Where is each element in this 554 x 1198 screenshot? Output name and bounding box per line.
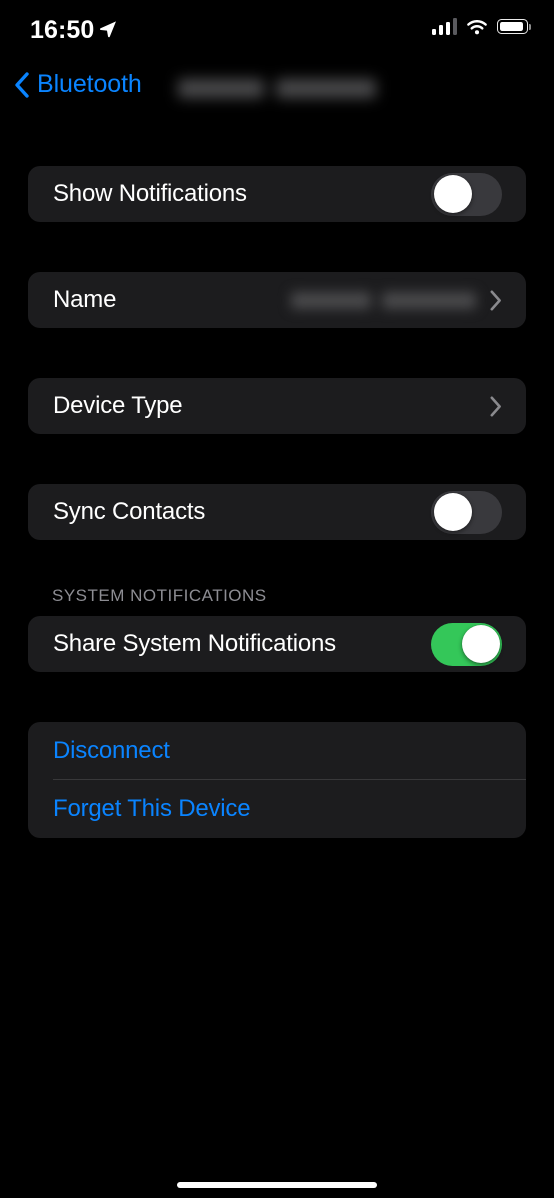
- row-label-device-type: Device Type: [53, 392, 183, 419]
- disconnect-button[interactable]: Disconnect: [28, 722, 526, 780]
- card-name: Name: [28, 272, 526, 328]
- location-arrow-icon: [99, 20, 117, 38]
- row-label-name: Name: [53, 286, 117, 313]
- status-bar-indicators: [431, 18, 532, 35]
- page-title-redacted: [178, 72, 376, 104]
- row-label-share-system-notifications: Share System Notifications: [53, 630, 336, 657]
- cellular-signal-icon: [431, 18, 457, 35]
- card-device-type: Device Type: [28, 378, 526, 434]
- card-show-notifications: Show Notifications: [28, 166, 526, 222]
- row-name[interactable]: Name: [28, 272, 526, 328]
- card-sync-contacts: Sync Contacts: [28, 484, 526, 540]
- row-device-type[interactable]: Device Type: [28, 378, 526, 434]
- chevron-right-icon: [490, 290, 502, 311]
- card-device-actions: Disconnect Forget This Device: [28, 722, 526, 838]
- wifi-icon: [466, 18, 488, 35]
- card-share-system-notifications: Share System Notifications: [28, 616, 526, 672]
- status-bar: 16:50: [0, 0, 554, 60]
- chevron-right-icon: [490, 396, 502, 417]
- row-sync-contacts[interactable]: Sync Contacts: [28, 484, 526, 540]
- row-value-name-redacted: [291, 291, 476, 309]
- back-button-label: Bluetooth: [37, 70, 142, 98]
- forget-this-device-button[interactable]: Forget This Device: [28, 780, 526, 838]
- toggle-knob: [433, 493, 472, 531]
- back-button-bluetooth[interactable]: Bluetooth: [14, 70, 142, 99]
- row-label-sync-contacts: Sync Contacts: [53, 498, 206, 525]
- toggle-share-system-notifications[interactable]: [431, 622, 502, 666]
- chevron-left-icon: [14, 71, 29, 98]
- disconnect-label: Disconnect: [53, 737, 170, 764]
- section-header-system-notifications: SYSTEM NOTIFICATIONS: [52, 586, 267, 605]
- status-bar-time: 16:50: [30, 16, 95, 44]
- toggle-knob: [461, 625, 500, 663]
- battery-icon: [497, 19, 532, 34]
- row-share-system-notifications[interactable]: Share System Notifications: [28, 616, 526, 672]
- toggle-sync-contacts[interactable]: [431, 490, 502, 534]
- home-indicator: [177, 1182, 377, 1188]
- row-label-show-notifications: Show Notifications: [53, 180, 247, 207]
- row-show-notifications[interactable]: Show Notifications: [28, 166, 526, 222]
- forget-this-device-label: Forget This Device: [53, 795, 251, 822]
- toggle-show-notifications[interactable]: [431, 172, 502, 216]
- toggle-knob: [433, 175, 472, 213]
